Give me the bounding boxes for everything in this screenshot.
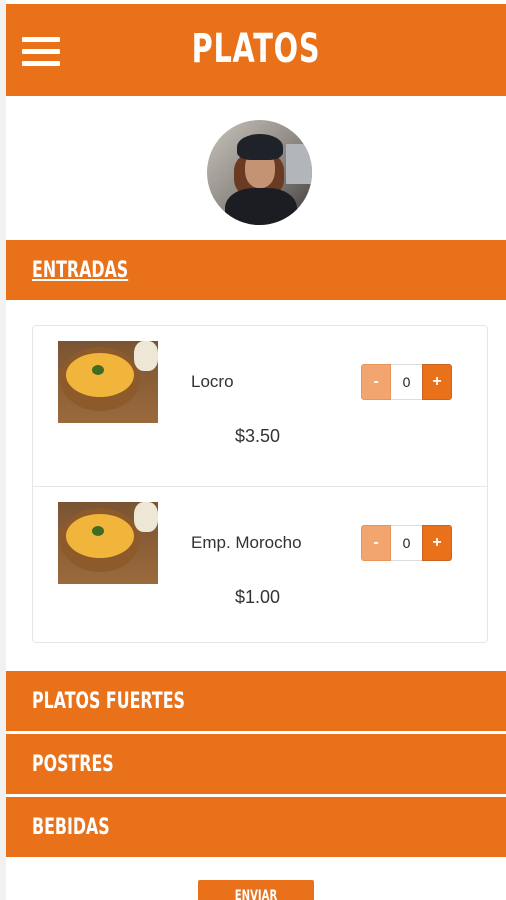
decrement-button[interactable]: -	[361, 525, 391, 561]
increment-button[interactable]: +	[422, 364, 452, 400]
quantity-value[interactable]: 0	[391, 525, 422, 561]
quantity-stepper: - 0 +	[361, 364, 452, 400]
food-image	[58, 502, 158, 584]
item-name: Emp. Morocho	[191, 533, 302, 552]
quantity-stepper: - 0 +	[361, 525, 452, 561]
side-dish-shape	[134, 341, 158, 371]
send-order-label: ENVIAR ORDEN	[234, 888, 278, 900]
section-header-entradas[interactable]: ENTRADAS	[6, 240, 506, 300]
soup-shape	[66, 353, 134, 397]
user-avatar[interactable]	[207, 120, 312, 225]
herb-garnish	[92, 365, 104, 375]
herb-garnish	[92, 526, 104, 536]
hamburger-menu-icon[interactable]	[22, 36, 62, 68]
top-app-bar: PLATOS	[6, 4, 506, 96]
section-header-postres[interactable]: POSTRES	[6, 734, 506, 794]
quantity-value[interactable]: 0	[391, 364, 422, 400]
section-label: POSTRES	[32, 751, 114, 777]
section-header-bebidas[interactable]: BEBIDAS	[6, 797, 506, 857]
decrement-button[interactable]: -	[361, 364, 391, 400]
side-dish-shape	[134, 502, 158, 532]
list-item: Locro $3.50 - 0 +	[33, 326, 487, 486]
section-label: BEBIDAS	[32, 814, 110, 840]
food-image	[58, 341, 158, 423]
increment-button[interactable]: +	[422, 525, 452, 561]
item-price: $1.00	[235, 587, 281, 607]
soup-shape	[66, 514, 134, 558]
section-header-platos-fuertes[interactable]: PLATOS FUERTES	[6, 671, 506, 731]
send-order-button[interactable]: ENVIAR ORDEN	[198, 880, 314, 900]
entradas-card: Locro $3.50 - 0 + Emp. Morocho $1.00 - 0…	[32, 325, 488, 643]
page-title: PLATOS	[191, 26, 321, 72]
avatar-background	[286, 144, 312, 184]
avatar-cap	[237, 134, 283, 160]
item-name: Locro	[191, 372, 234, 391]
hamburger-line	[22, 61, 60, 66]
hamburger-line	[22, 49, 60, 54]
avatar-jacket	[225, 188, 297, 225]
list-item: Emp. Morocho $1.00 - 0 +	[33, 486, 487, 646]
item-price: $3.50	[235, 426, 281, 446]
hamburger-line	[22, 37, 60, 42]
profile-avatar-container	[207, 120, 312, 225]
section-label: PLATOS FUERTES	[32, 688, 185, 714]
section-label: ENTRADAS	[32, 257, 129, 283]
